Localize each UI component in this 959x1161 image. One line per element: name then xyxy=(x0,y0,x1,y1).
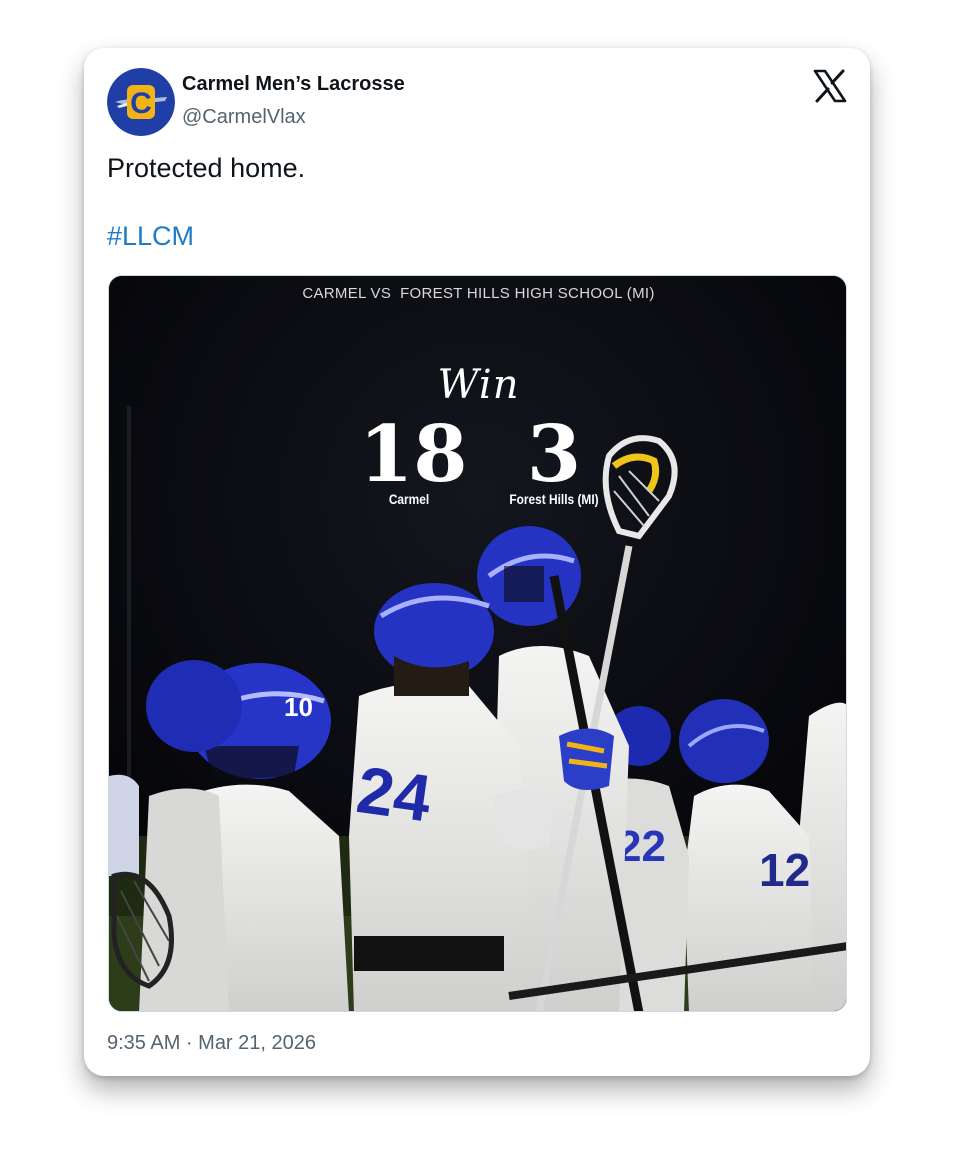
result-label: Win xyxy=(437,362,520,408)
home-team-name: Carmel xyxy=(388,491,430,507)
home-score: 18 xyxy=(359,409,468,500)
tweet-media-image[interactable]: 12 22 24 10 CARMEL VS FOREST HILLS HIGH … xyxy=(108,275,847,1012)
matchup-title: CARMEL VS FOREST HILLS HIGH SCHOOL (MI) xyxy=(302,285,655,302)
x-logo-icon[interactable] xyxy=(813,69,847,103)
away-team-name: Forest Hills (MI) xyxy=(509,491,599,507)
author-handle[interactable]: @CarmelVlax xyxy=(182,106,306,129)
author-display-name[interactable]: Carmel Men’s Lacrosse xyxy=(182,73,405,96)
hashtag-link[interactable]: #LLCM xyxy=(107,221,194,252)
jersey-number-12: 12 xyxy=(759,844,810,896)
tweet-card: C Carmel Men’s Lacrosse @CarmelVlax Prot… xyxy=(84,48,870,1076)
avatar[interactable]: C xyxy=(107,68,175,136)
tweet-timestamp[interactable]: 9:35 AM · Mar 21, 2026 xyxy=(107,1032,316,1055)
carmel-logo-icon: C xyxy=(107,68,175,136)
jersey-number-24: 24 xyxy=(353,752,436,836)
jersey-number-10: 10 xyxy=(284,692,313,722)
tweet-text: Protected home. xyxy=(107,153,306,183)
avatar-letter: C xyxy=(130,87,152,120)
away-score: 3 xyxy=(526,409,582,500)
